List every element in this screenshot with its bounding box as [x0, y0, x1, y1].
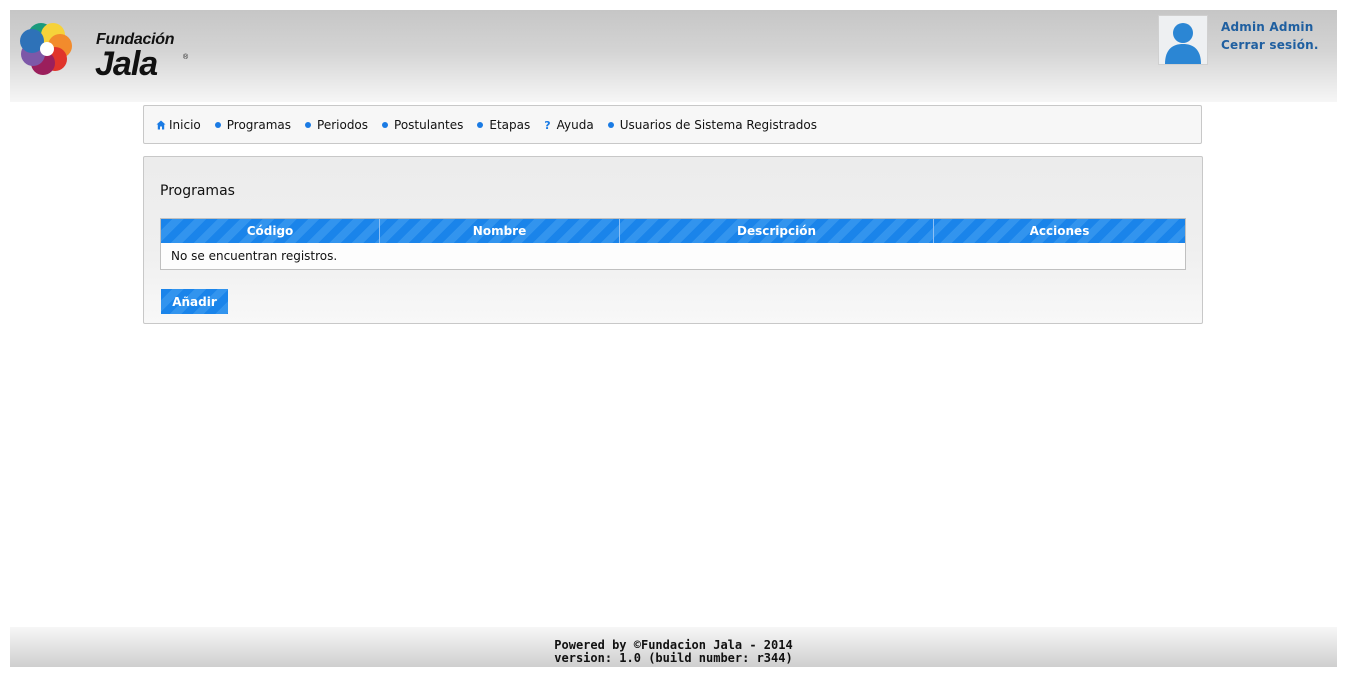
home-icon [156, 120, 166, 130]
bullet-icon [214, 122, 221, 128]
user-avatar-icon [1165, 23, 1201, 64]
column-header-descripcion[interactable]: Descripción [620, 219, 934, 243]
nav-item-label: Programas [226, 118, 292, 132]
footer-version: version: 1.0 (build number: r344) [554, 651, 793, 665]
nav-item-label: Postulantes [394, 118, 464, 132]
programas-panel: Programas Código Nombre Descripción Acci… [143, 156, 1203, 324]
nav-item-inicio[interactable]: Inicio [156, 118, 201, 132]
page-title: Programas [160, 183, 235, 199]
nav-item-postulantes[interactable]: Postulantes [382, 118, 463, 132]
help-icon: ? [544, 118, 551, 132]
bullet-icon [477, 122, 484, 128]
bullet-icon [382, 122, 389, 128]
column-header-codigo[interactable]: Código [161, 219, 380, 243]
column-header-acciones[interactable]: Acciones [934, 219, 1185, 243]
page-header: Fundación Jala ® Admin Admin Cerrar sesi… [10, 10, 1337, 102]
column-header-nombre[interactable]: Nombre [380, 219, 620, 243]
logo-registered-mark: ® [183, 54, 189, 61]
table-header: Código Nombre Descripción Acciones [161, 219, 1185, 243]
nav-item-ayuda[interactable]: ? Ayuda [544, 118, 593, 132]
bullet-icon [305, 122, 312, 128]
nav-item-label: Ayuda [556, 118, 594, 132]
table-empty-message: No se encuentran registros. [171, 249, 338, 263]
page-footer: Powered by ©Fundacion Jala - 2014 versio… [10, 627, 1337, 667]
nav-item-periodos[interactable]: Periodos [305, 118, 368, 132]
nav-item-label: Inicio [169, 118, 201, 132]
pinwheel-logo-icon [20, 23, 72, 75]
nav-item-label: Etapas [489, 118, 531, 132]
nav-item-programas[interactable]: Programas [214, 118, 292, 132]
add-button[interactable]: Añadir [161, 289, 228, 314]
fundacion-jala-logo[interactable]: Fundación Jala ® [19, 19, 189, 83]
nav-item-label: Periodos [317, 118, 369, 132]
programas-table: Código Nombre Descripción Acciones No se… [160, 218, 1186, 270]
nav-item-label: Usuarios de Sistema Registrados [619, 118, 817, 132]
user-name-link[interactable]: Admin Admin [1221, 18, 1319, 36]
logo-text-jala: Jala [95, 45, 158, 83]
avatar[interactable] [1158, 15, 1208, 65]
bullet-icon [607, 122, 614, 128]
user-menu: Admin Admin Cerrar sesión. [1221, 18, 1319, 54]
nav-item-etapas[interactable]: Etapas [477, 118, 530, 132]
nav-item-usuarios[interactable]: Usuarios de Sistema Registrados [607, 118, 817, 132]
main-navigation: Inicio Programas Periodos Postulantes Et… [143, 105, 1202, 144]
logout-link[interactable]: Cerrar sesión. [1221, 36, 1319, 54]
